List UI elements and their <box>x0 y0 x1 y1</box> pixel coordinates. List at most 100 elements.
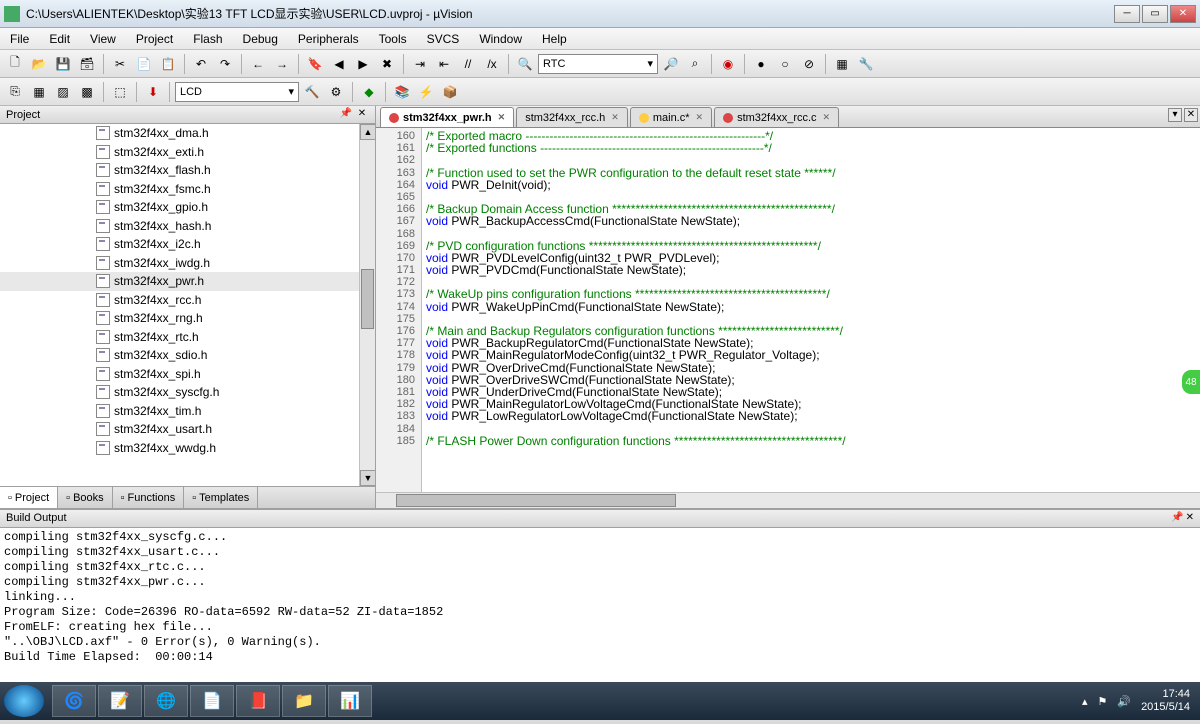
incremental-find-icon[interactable]: ⌕ <box>684 53 706 75</box>
side-badge[interactable]: 48 <box>1182 370 1200 394</box>
build-icon[interactable]: ▦ <box>28 81 50 103</box>
menu-tools[interactable]: Tools <box>369 29 417 49</box>
tab-close-icon[interactable]: ✕ <box>823 112 831 123</box>
bottom-tab-books[interactable]: ▫Books <box>58 487 112 508</box>
bookmark-clear-icon[interactable]: ✖ <box>376 53 398 75</box>
redo-icon[interactable]: ↷ <box>214 53 236 75</box>
debug-icon[interactable]: ◉ <box>717 53 739 75</box>
tab-close-icon[interactable]: ✕ <box>696 112 704 123</box>
books-icon[interactable]: 📚 <box>391 81 413 103</box>
close-button[interactable]: ✕ <box>1170 5 1196 23</box>
download-icon[interactable]: ⬇ <box>142 81 164 103</box>
nav-back-icon[interactable]: ← <box>247 53 269 75</box>
tree-item[interactable]: stm32f4xx_usart.h <box>0 420 375 439</box>
tree-item[interactable]: stm32f4xx_fsmc.h <box>0 180 375 199</box>
menu-peripherals[interactable]: Peripherals <box>288 29 369 49</box>
task-ppt-icon[interactable]: 📊 <box>328 685 372 717</box>
manage-rte-icon[interactable]: ◆ <box>358 81 380 103</box>
tree-item[interactable]: stm32f4xx_flash.h <box>0 161 375 180</box>
task-folder-icon[interactable]: 📁 <box>282 685 326 717</box>
save-all-icon[interactable]: 🗃 <box>76 53 98 75</box>
bookmark-next-icon[interactable]: ▶ <box>352 53 374 75</box>
task-notepad-icon[interactable]: 📝 <box>98 685 142 717</box>
editor-tab[interactable]: stm32f4xx_rcc.c✕ <box>714 107 839 127</box>
indent-icon[interactable]: ⇥ <box>409 53 431 75</box>
task-doc-icon[interactable]: 📄 <box>190 685 234 717</box>
config-wizard-icon[interactable]: ⚡ <box>415 81 437 103</box>
task-pdf-icon[interactable]: 📕 <box>236 685 280 717</box>
undo-icon[interactable]: ↶ <box>190 53 212 75</box>
tree-item[interactable]: stm32f4xx_iwdg.h <box>0 254 375 273</box>
tray-clock[interactable]: 17:44 2015/5/14 <box>1141 688 1190 714</box>
nav-fwd-icon[interactable]: → <box>271 53 293 75</box>
build-pin-icon[interactable]: 📌 <box>1171 512 1183 525</box>
tree-item[interactable]: stm32f4xx_wwdg.h <box>0 439 375 458</box>
editor-hscroll[interactable] <box>376 492 1200 508</box>
save-icon[interactable]: 💾 <box>52 53 74 75</box>
code-lines[interactable]: /* Exported macro ----------------------… <box>422 128 1200 492</box>
editor-close-icon[interactable]: ✕ <box>1184 108 1198 122</box>
tree-scrollbar[interactable]: ▲ ▼ <box>359 124 375 486</box>
copy-icon[interactable]: 📄 <box>133 53 155 75</box>
batch-build-icon[interactable]: ▩ <box>76 81 98 103</box>
tree-item[interactable]: stm32f4xx_gpio.h <box>0 198 375 217</box>
build-close-icon[interactable]: ✕ <box>1186 512 1194 525</box>
tree-item[interactable]: stm32f4xx_syscfg.h <box>0 383 375 402</box>
menu-svcs[interactable]: SVCS <box>417 29 470 49</box>
tree-item[interactable]: stm32f4xx_spi.h <box>0 365 375 384</box>
code-editor[interactable]: 1601611621631641651661671681691701711721… <box>376 128 1200 492</box>
build-output-text[interactable]: compiling stm32f4xx_syscfg.c... compilin… <box>0 528 1200 688</box>
file-ext-icon[interactable]: ⚙ <box>325 81 347 103</box>
tab-close-icon[interactable]: ✕ <box>498 112 506 123</box>
translate-icon[interactable]: ⎘ <box>4 81 26 103</box>
bottom-tab-templates[interactable]: ▫Templates <box>184 487 258 508</box>
find-icon[interactable]: 🔍 <box>514 53 536 75</box>
uncomment-icon[interactable]: /x <box>481 53 503 75</box>
panel-pin-icon[interactable]: 📌 <box>339 108 353 122</box>
editor-tab[interactable]: stm32f4xx_rcc.h✕ <box>516 107 628 127</box>
cut-icon[interactable]: ✂ <box>109 53 131 75</box>
tab-close-icon[interactable]: ✕ <box>611 112 619 123</box>
bottom-tab-project[interactable]: ▫Project <box>0 487 58 508</box>
kill-bp-icon[interactable]: ⊘ <box>798 53 820 75</box>
scroll-up-icon[interactable]: ▲ <box>360 124 375 140</box>
menu-project[interactable]: Project <box>126 29 183 49</box>
find-combo[interactable]: RTC▾ <box>538 54 658 74</box>
menu-flash[interactable]: Flash <box>183 29 232 49</box>
menu-view[interactable]: View <box>80 29 126 49</box>
scroll-thumb[interactable] <box>361 269 374 329</box>
comment-icon[interactable]: // <box>457 53 479 75</box>
panel-close-icon[interactable]: ✕ <box>355 108 369 122</box>
tree-item[interactable]: stm32f4xx_rtc.h <box>0 328 375 347</box>
editor-tab[interactable]: main.c*✕ <box>630 107 712 127</box>
breakpoint-icon[interactable]: ● <box>750 53 772 75</box>
bookmark-icon[interactable]: 🔖 <box>304 53 326 75</box>
target-combo[interactable]: LCD▾ <box>175 82 299 102</box>
pack-installer-icon[interactable]: 📦 <box>439 81 461 103</box>
editor-dropdown-icon[interactable]: ▾ <box>1168 108 1182 122</box>
config-icon[interactable]: 🔧 <box>855 53 877 75</box>
menu-file[interactable]: File <box>0 29 39 49</box>
tray-volume-icon[interactable]: 🔊 <box>1117 695 1131 708</box>
editor-tab[interactable]: stm32f4xx_pwr.h✕ <box>380 107 514 127</box>
task-browser-icon[interactable]: 🌐 <box>144 685 188 717</box>
minimize-button[interactable]: ─ <box>1114 5 1140 23</box>
find-in-files-icon[interactable]: 🔎 <box>660 53 682 75</box>
stop-build-icon[interactable]: ⬚ <box>109 81 131 103</box>
tree-item[interactable]: stm32f4xx_exti.h <box>0 143 375 162</box>
window-icon[interactable]: ▦ <box>831 53 853 75</box>
rebuild-icon[interactable]: ▨ <box>52 81 74 103</box>
tray-expand-icon[interactable]: ▴ <box>1082 695 1088 708</box>
project-tree[interactable]: stm32f4xx_dma.hstm32f4xx_exti.hstm32f4xx… <box>0 124 375 486</box>
disable-bp-icon[interactable]: ○ <box>774 53 796 75</box>
new-file-icon[interactable]: 🗋 <box>4 53 26 75</box>
open-file-icon[interactable]: 📂 <box>28 53 50 75</box>
tree-item[interactable]: stm32f4xx_hash.h <box>0 217 375 236</box>
hscroll-thumb[interactable] <box>396 494 676 507</box>
maximize-button[interactable]: ▭ <box>1142 5 1168 23</box>
scroll-down-icon[interactable]: ▼ <box>360 470 375 486</box>
tree-item[interactable]: stm32f4xx_rng.h <box>0 309 375 328</box>
menu-edit[interactable]: Edit <box>39 29 80 49</box>
menu-help[interactable]: Help <box>532 29 577 49</box>
tree-item[interactable]: stm32f4xx_rcc.h <box>0 291 375 310</box>
